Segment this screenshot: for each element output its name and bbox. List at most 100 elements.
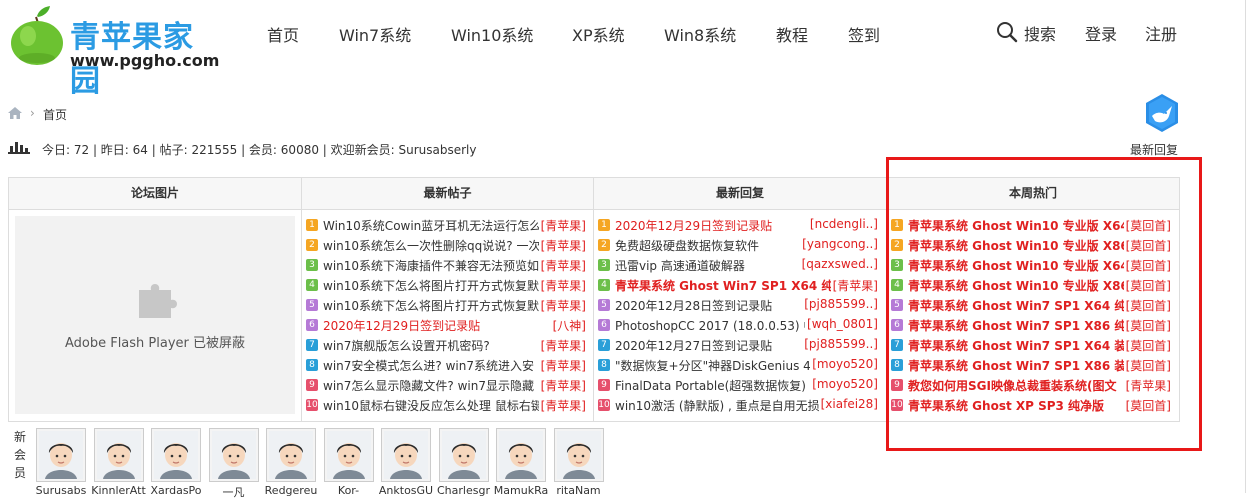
reply-title-link[interactable]: 2020年12月27日签到记录贴 bbox=[615, 337, 802, 354]
post-title-link[interactable]: win10鼠标右键没反应怎么处理 鼠标右键 bbox=[323, 397, 539, 414]
rank-number-badge: 4 bbox=[598, 279, 610, 291]
rank-number-badge: 9 bbox=[598, 379, 610, 391]
member-avatar[interactable] bbox=[208, 428, 259, 482]
member-avatar[interactable] bbox=[93, 428, 144, 482]
rank-number-badge: 3 bbox=[598, 259, 610, 271]
post-author-link[interactable]: [青苹果] bbox=[541, 237, 586, 254]
rank-number-badge: 10 bbox=[306, 399, 318, 411]
apple-logo-icon bbox=[11, 6, 63, 65]
member-avatar[interactable] bbox=[553, 428, 604, 482]
member-avatar[interactable] bbox=[151, 428, 201, 482]
latest-reply-label: 最新回复 bbox=[1130, 143, 1179, 157]
default-avatar-icon bbox=[211, 431, 256, 479]
flash-placeholder[interactable]: Adobe Flash Player 已被屏蔽 bbox=[15, 216, 295, 414]
reply-author-link[interactable]: [xiafei28] bbox=[821, 397, 878, 411]
member-name-link[interactable]: ritaNam bbox=[551, 484, 607, 497]
col-latest-replies: 最新回复 1 2020年12月29日签到记录贴 [ncdengli..] 2 免费超级硬… bbox=[594, 178, 887, 421]
rank-number-badge: 8 bbox=[598, 359, 610, 371]
member-avatar[interactable] bbox=[381, 428, 431, 482]
member-avatar[interactable] bbox=[36, 428, 86, 482]
login-link[interactable]: 登录 bbox=[1085, 21, 1117, 45]
site-logo[interactable]: 青苹果家园 www.pggho.com bbox=[8, 6, 223, 99]
reply-author-link[interactable]: [moyo520] bbox=[812, 357, 878, 371]
nav-win7[interactable]: Win7系统 bbox=[339, 22, 411, 46]
reply-title-link[interactable]: PhotoshopCC 2017 (18.0.0.53) 中 bbox=[615, 317, 805, 334]
rank-number-badge: 9 bbox=[306, 379, 318, 391]
post-title-link[interactable]: 2020年12月29日签到记录贴 bbox=[323, 317, 551, 334]
post-title-link[interactable]: win7怎么显示隐藏文件? win7显示隐藏 bbox=[323, 377, 539, 394]
breadcrumb-separator-icon: › bbox=[30, 106, 35, 120]
post-title-link[interactable]: win7安全模式怎么进? win7系统进入安 bbox=[323, 357, 539, 374]
default-avatar-icon bbox=[269, 431, 313, 479]
post-author-link[interactable]: [八神] bbox=[553, 317, 586, 334]
reply-title-link[interactable]: 青苹果系统 Ghost Win7 SP1 X64 纯净 bbox=[615, 277, 831, 294]
post-title-link[interactable]: win10系统怎么一次性删除qq说说? 一次 bbox=[323, 237, 539, 254]
member-name-link[interactable]: Charlesgr bbox=[436, 484, 492, 497]
nav-home[interactable]: 首页 bbox=[267, 22, 299, 46]
post-title-link[interactable]: Win10系统Cowin蓝牙耳机无法运行怎么 bbox=[323, 217, 539, 234]
rank-number-badge: 6 bbox=[598, 319, 610, 331]
member-avatar[interactable] bbox=[266, 428, 316, 482]
post-author-link[interactable]: [青苹果] bbox=[541, 357, 586, 374]
col-latest-posts-header: 最新帖子 bbox=[302, 178, 593, 210]
reply-author-link[interactable]: [moyo520] bbox=[812, 377, 878, 391]
rank-number-badge: 6 bbox=[306, 319, 318, 331]
reply-title-link[interactable]: 2020年12月29日签到记录贴 bbox=[615, 217, 808, 234]
reply-title-link[interactable]: FinalData Portable(超强数据恢复) bbox=[615, 377, 810, 394]
reply-title-link[interactable]: win10激活 (静默版) , 重点是自用无损 bbox=[615, 397, 819, 414]
member-avatar[interactable] bbox=[496, 428, 546, 482]
post-author-link[interactable]: [青苹果] bbox=[541, 337, 586, 354]
rank-number-badge: 7 bbox=[598, 339, 610, 351]
nav-signin[interactable]: 签到 bbox=[848, 22, 880, 46]
reply-author-link[interactable]: [yangcong..] bbox=[802, 237, 878, 251]
breadcrumb-current[interactable]: 首页 bbox=[43, 106, 67, 123]
post-title-link[interactable]: win10系统下海康插件不兼容无法预览如 bbox=[323, 257, 539, 274]
post-title-link[interactable]: win10系统下怎么将图片打开方式恢复默 bbox=[323, 277, 539, 294]
member-name-link[interactable]: Kor- bbox=[321, 484, 377, 497]
reply-author-link[interactable]: [qazxswed..] bbox=[802, 257, 878, 271]
default-avatar-icon bbox=[384, 431, 428, 479]
reply-title-link[interactable]: "数据恢复+分区"神器DiskGenius 4.7.0 bbox=[615, 357, 810, 374]
register-link[interactable]: 注册 bbox=[1145, 21, 1177, 45]
reply-title-link[interactable]: 2020年12月28日签到记录贴 bbox=[615, 297, 802, 314]
reply-author-link[interactable]: [青苹果] bbox=[833, 277, 878, 294]
search-icon bbox=[997, 22, 1018, 43]
reply-author-link[interactable]: [ncdengli..] bbox=[810, 217, 878, 231]
nav-xp[interactable]: XP系统 bbox=[572, 22, 625, 46]
home-icon[interactable] bbox=[8, 107, 22, 119]
default-avatar-icon bbox=[39, 431, 83, 479]
nav-win10[interactable]: Win10系统 bbox=[451, 22, 533, 46]
rank-number-badge: 7 bbox=[306, 339, 318, 351]
member-name-link[interactable]: KinnlerAtt bbox=[91, 484, 147, 497]
nav-win8[interactable]: Win8系统 bbox=[664, 22, 736, 46]
highlight-annotation-box bbox=[886, 157, 1202, 451]
member-name-link[interactable]: Surusabs bbox=[33, 484, 89, 497]
post-author-link[interactable]: [青苹果] bbox=[541, 297, 586, 314]
reply-author-link[interactable]: [pj885599..] bbox=[804, 337, 878, 351]
member-name-link[interactable]: AnktosGU bbox=[378, 484, 434, 497]
post-author-link[interactable]: [青苹果] bbox=[541, 397, 586, 414]
reply-author-link[interactable]: [wqh_0801] bbox=[807, 317, 878, 331]
stats-text: 今日: 72 | 昨日: 64 | 帖子: 221555 | 会员: 60080… bbox=[42, 143, 477, 157]
post-author-link[interactable]: [青苹果] bbox=[541, 217, 586, 234]
post-title-link[interactable]: win7旗舰版怎么设置开机密码? bbox=[323, 337, 539, 354]
member-name-link[interactable]: XardasPo bbox=[148, 484, 204, 497]
post-title-link[interactable]: win10系统下怎么将图片打开方式恢复默 bbox=[323, 297, 539, 314]
rank-number-badge: 8 bbox=[306, 359, 318, 371]
member-name-link[interactable]: 一凡 bbox=[206, 484, 262, 500]
post-author-link[interactable]: [青苹果] bbox=[541, 257, 586, 274]
nav-tutorial[interactable]: 教程 bbox=[776, 22, 808, 46]
reply-title-link[interactable]: 免费超级硬盘数据恢复软件 bbox=[615, 237, 800, 254]
member-avatar[interactable] bbox=[323, 428, 374, 482]
reply-title-link[interactable]: 迅雷vip 高速通道破解器 bbox=[615, 257, 800, 274]
member-avatar[interactable] bbox=[438, 428, 489, 482]
member-name-link[interactable]: Redgereu bbox=[263, 484, 319, 497]
reply-author-link[interactable]: [pj885599..] bbox=[804, 297, 878, 311]
scrollbar-edge bbox=[1245, 0, 1246, 493]
puzzle-plugin-icon bbox=[139, 284, 177, 318]
post-author-link[interactable]: [青苹果] bbox=[541, 377, 586, 394]
rank-number-badge: 3 bbox=[306, 259, 318, 271]
post-author-link[interactable]: [青苹果] bbox=[541, 277, 586, 294]
member-name-link[interactable]: MamukRa bbox=[493, 484, 549, 497]
latest-reply-badge[interactable]: 最新回复 bbox=[1126, 92, 1186, 157]
